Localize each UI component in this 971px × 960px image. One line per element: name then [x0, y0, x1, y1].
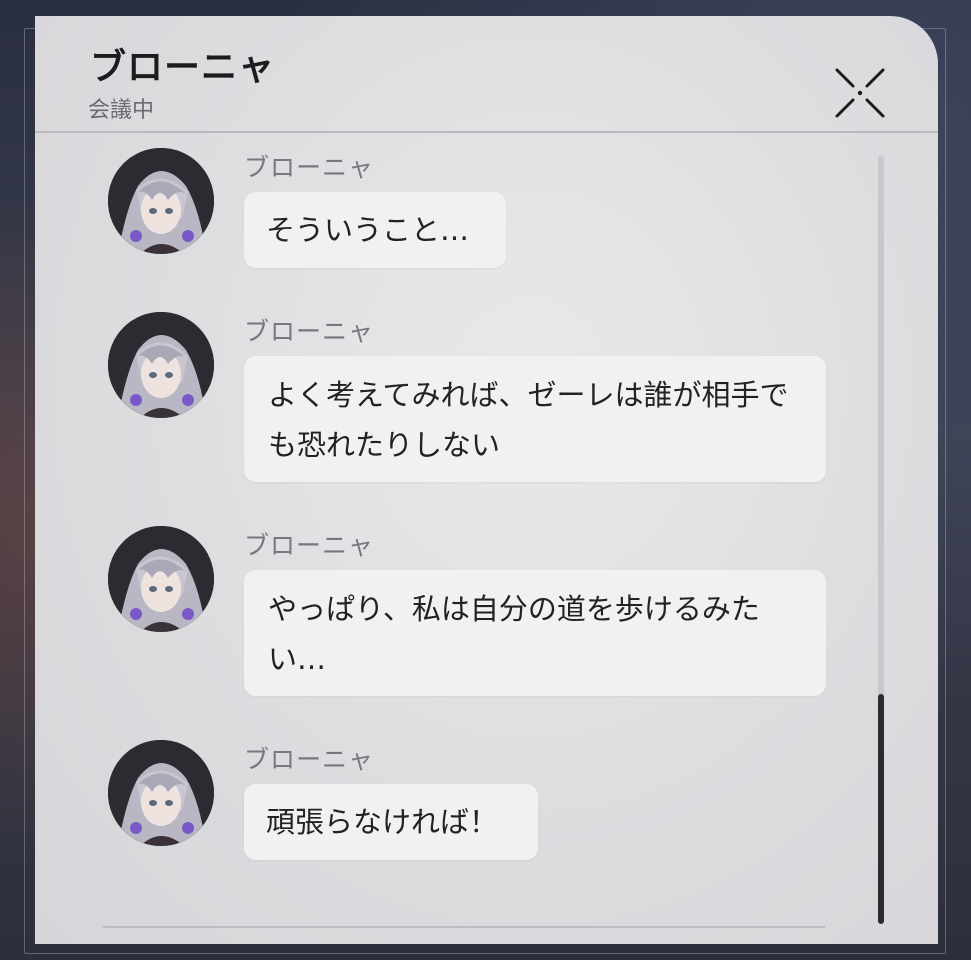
close-x-icon — [835, 68, 885, 118]
chat-message: ブローニャ よく考えてみれば、ゼーレは誰が相手でも恐れたりしない — [35, 312, 835, 492]
chat-header: ブローニャ 会議中 — [35, 16, 938, 132]
chat-panel: ブローニャ 会議中 ブローニャ そういうこと… ブローニャ よく考えてみれば、ゼ… — [35, 16, 938, 944]
sender-name: ブローニャ — [244, 317, 375, 346]
header-divider — [35, 131, 938, 133]
bronya-avatar[interactable] — [108, 526, 214, 632]
close-button[interactable] — [833, 66, 887, 120]
sender-name: ブローニャ — [244, 745, 375, 774]
scrollbar-thumb[interactable] — [878, 693, 884, 924]
contact-status: 会議中 — [88, 98, 155, 123]
message-bubble: よく考えてみれば、ゼーレは誰が相手でも恐れたりしない — [244, 356, 826, 482]
sender-name: ブローニャ — [244, 531, 375, 560]
message-bubble: そういうこと… — [244, 192, 506, 268]
message-bubble: 頑張らなければ！ — [244, 784, 538, 860]
input-divider — [103, 926, 825, 928]
bronya-avatar[interactable] — [108, 740, 214, 846]
sender-name: ブローニャ — [244, 153, 375, 182]
chat-message: ブローニャ 頑張らなければ！ — [35, 740, 835, 870]
contact-name: ブローニャ — [90, 47, 276, 88]
message-bubble: やっぱり、私は自分の道を歩けるみたい… — [244, 570, 826, 696]
chat-message: ブローニャ そういうこと… — [35, 148, 835, 278]
bronya-avatar[interactable] — [108, 148, 214, 254]
chat-message: ブローニャ やっぱり、私は自分の道を歩けるみたい… — [35, 526, 835, 706]
scrollbar-track[interactable] — [878, 156, 884, 924]
bronya-avatar[interactable] — [108, 312, 214, 418]
